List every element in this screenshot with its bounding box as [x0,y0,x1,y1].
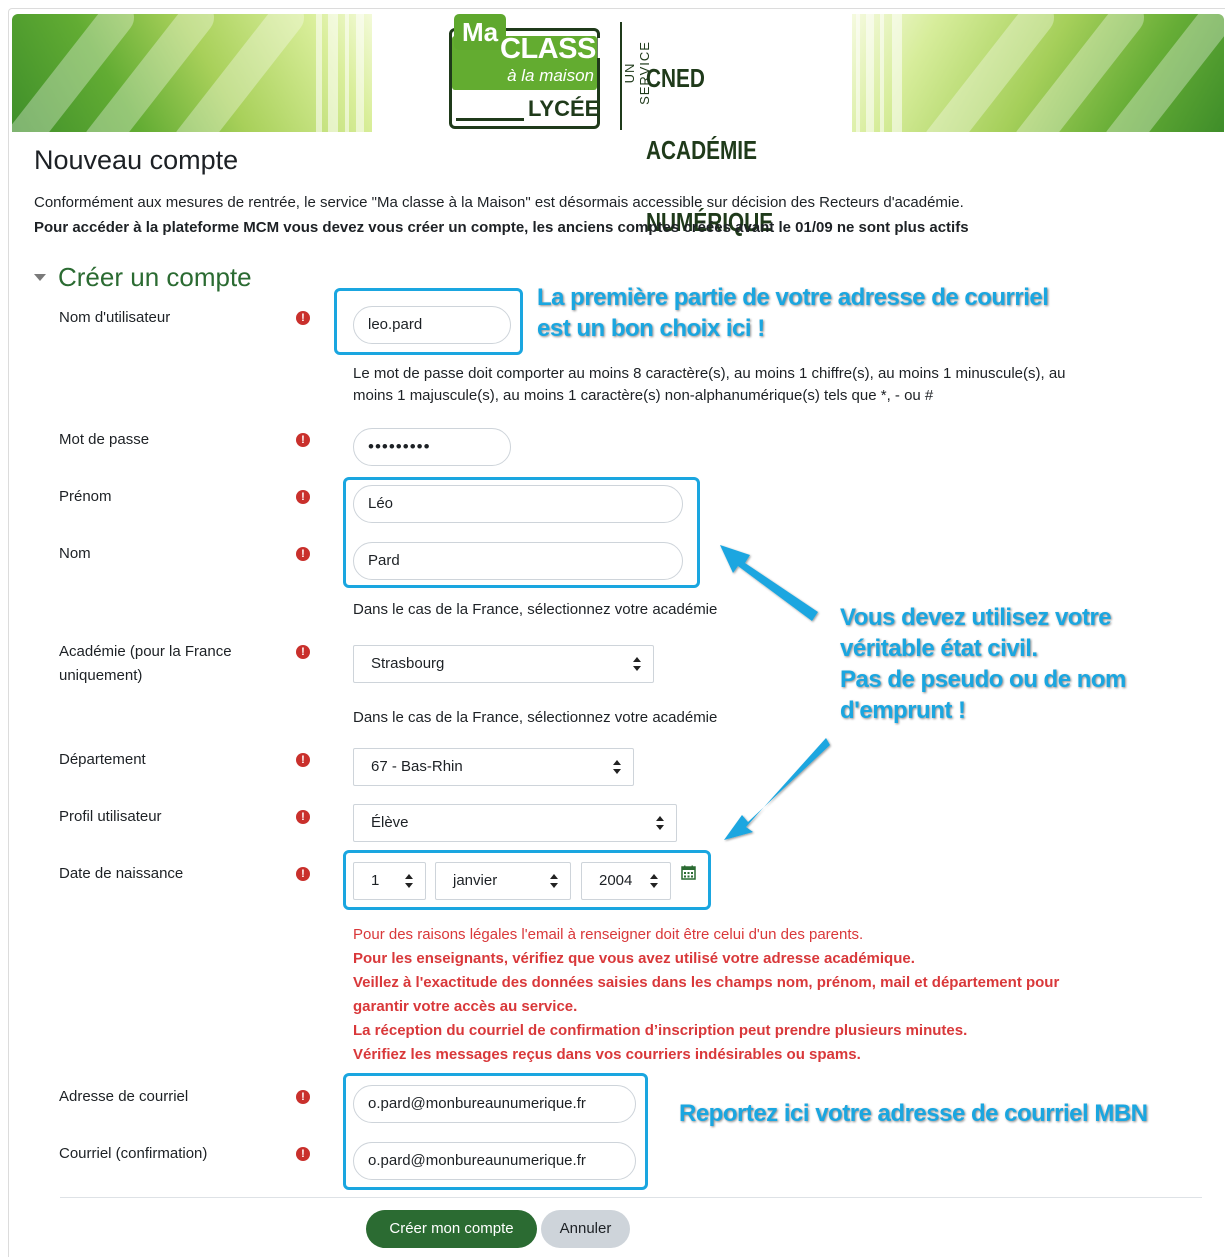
academy-help: Dans le cas de la France, sélectionnez v… [353,601,718,618]
header-banner [12,14,1224,132]
section-title: Créer un compte [58,262,252,292]
form-divider [60,1197,1202,1198]
label-firstname: Prénom [59,488,112,505]
select-arrows-icon [613,760,621,774]
logo-maison-text: à la maison [507,66,594,85]
callout-highlight-identity [343,477,700,588]
callout-username: La première partie de votre adresse de c… [537,284,1049,342]
cancel-button[interactable]: Annuler [541,1210,630,1248]
label-email-confirm: Courriel (confirmation) [59,1145,208,1162]
required-icon: ! [296,1090,310,1104]
banner-right-graphic [852,14,1224,132]
label-password: Mot de passe [59,431,150,448]
required-icon: ! [296,867,310,881]
callout-email: Reportez ici votre adresse de courriel M… [679,1100,1148,1127]
required-icon: ! [296,490,310,504]
academy-select[interactable]: Strasbourg [353,645,654,683]
label-department: Département [59,751,146,768]
profile-select[interactable]: Élève [353,804,677,842]
label-birthdate: Date de naissance [59,865,184,882]
email-notice: Pour des raisons légales l'email à rense… [353,926,1060,1063]
page-title: Nouveau compte [34,145,239,175]
callout-identity: Vous devez utilisez votre véritable état… [840,604,1126,724]
required-icon: ! [296,311,310,325]
logo-lycee-text: LYCÉE [528,96,600,121]
section-toggle-create-account[interactable]: Créer un compte [34,262,252,293]
required-icon: ! [296,645,310,659]
intro-warning: Pour accéder à la plateforme MCM vous de… [34,219,969,236]
callout-highlight-birthdate [343,850,711,910]
create-account-button[interactable]: Créer mon compte [366,1210,537,1248]
callout-highlight-username [334,288,523,355]
callout-arrows-icon [720,545,830,840]
intro-text: Conformément aux mesures de rentrée, le … [34,194,964,211]
required-icon: ! [296,547,310,561]
label-profile: Profil utilisateur [59,808,162,825]
password-policy-help: Le mot de passe doit comporter au moins … [353,365,1066,404]
logo-ma-text: Ma [454,14,506,50]
department-help: Dans le cas de la France, sélectionnez v… [353,709,718,726]
password-input[interactable]: ••••••••• [353,428,511,466]
required-icon: ! [296,753,310,767]
required-icon: ! [296,1147,310,1161]
required-icon: ! [296,810,310,824]
label-username: Nom d'utilisateur [59,309,171,326]
select-arrows-icon [656,816,664,830]
logo-cned-academie-numerique: CNED ACADÉMIE NUMÉRIQUE [646,63,774,237]
logo-classe-text: CLASSE [500,33,615,65]
banner-left-graphic [12,14,372,132]
department-select[interactable]: 67 - Bas-Rhin [353,748,634,786]
callout-highlight-email [343,1073,648,1190]
label-academy: Académie (pour la France uniquement) [59,643,232,684]
logo-service-text: UN SERVICE [622,41,652,105]
required-icon: ! [296,433,310,447]
select-arrows-icon [633,657,641,671]
caret-down-icon [34,274,46,281]
label-email: Adresse de courriel [59,1088,189,1105]
label-lastname: Nom [59,545,91,562]
